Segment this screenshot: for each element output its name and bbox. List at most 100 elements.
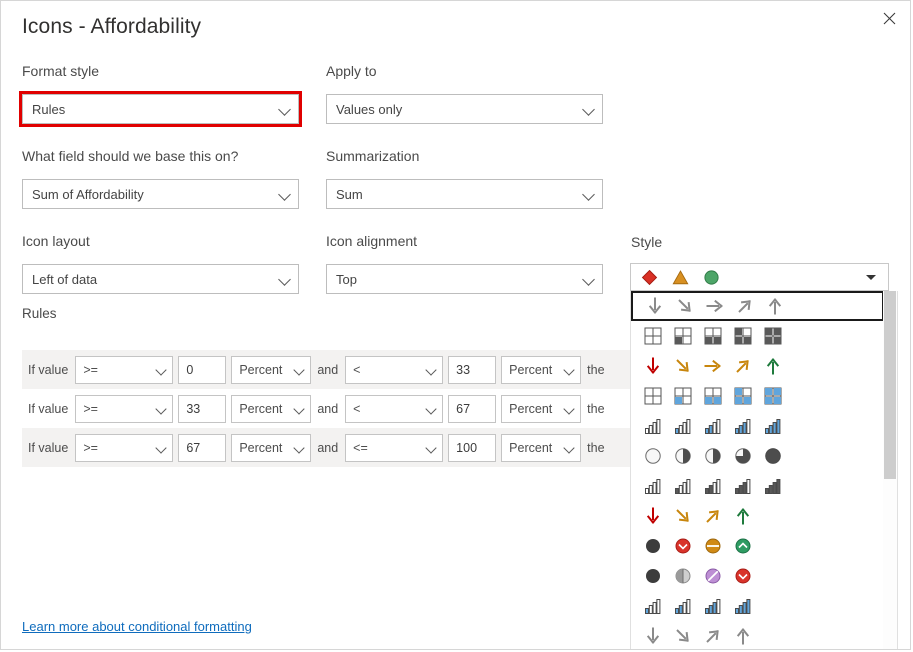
rule-if-label: If value (28, 362, 69, 377)
rule-value1-input[interactable] (178, 394, 227, 423)
blue-bars-5-icon-1 (644, 417, 674, 435)
rule-unit1-select-value: Percent (239, 362, 283, 377)
traffic-circles-4-icon-3 (704, 537, 734, 555)
orange-triangle-icon (672, 269, 689, 286)
traffic-circles-4-icon-4 (734, 537, 764, 555)
rule-value2-input[interactable] (448, 394, 497, 423)
rule-operator1-select[interactable]: >= (75, 355, 174, 384)
blue-quadrants-5-icon-2 (674, 387, 704, 405)
summarization-select[interactable]: Sum (326, 179, 603, 209)
style-option-blue-bars-4[interactable] (631, 591, 884, 621)
rule-unit1-select-value: Percent (239, 401, 283, 416)
rule-unit2-select[interactable]: Percent (501, 433, 582, 462)
chevron-down-icon (278, 272, 292, 286)
base-field-value: Sum of Affordability (32, 186, 144, 202)
learn-more-link[interactable]: Learn more about conditional formatting (22, 619, 252, 634)
blue-bars-4-icon-4 (734, 597, 764, 615)
style-option-blue-quadrants-5[interactable] (631, 381, 884, 411)
rule-value1-input[interactable] (178, 433, 227, 462)
chevron-down-icon (425, 363, 438, 376)
style-option-gray-arrows-5[interactable] (631, 291, 884, 321)
mixed-circles-4-icon-4 (734, 567, 764, 585)
chevron-down-icon (293, 441, 306, 454)
gray-bars-5-icon-3 (704, 477, 734, 495)
red-diamond-icon (641, 269, 658, 285)
apply-to-value: Values only (336, 101, 403, 117)
traffic-circles-4-icon-2 (674, 537, 704, 555)
rule-value2-input[interactable] (448, 433, 497, 462)
chevron-down-icon (155, 402, 168, 415)
blue-bars-4-icon-3 (704, 597, 734, 615)
base-field-select[interactable]: Sum of Affordability (22, 179, 299, 209)
rule-operator1-select-value: >= (83, 440, 98, 455)
gray-arrows-5-icon-1 (646, 297, 676, 315)
rule-unit2-select-value: Percent (509, 401, 553, 416)
chevron-down-icon (155, 441, 168, 454)
rule-unit2-select[interactable]: Percent (501, 355, 582, 384)
style-select[interactable] (630, 263, 889, 291)
gray-arrows-5-icon-5 (766, 297, 796, 315)
gray-bars-5-icon-5 (764, 477, 794, 495)
style-option-traffic-circles-4[interactable] (631, 531, 884, 561)
rule-operator2-select[interactable]: < (345, 394, 444, 423)
style-option-gray-circles-5[interactable] (631, 441, 884, 471)
rule-unit2-select-value: Percent (509, 440, 553, 455)
rule-unit1-select[interactable]: Percent (231, 355, 312, 384)
style-option-gray-arrows-4[interactable] (631, 621, 884, 649)
style-option-blue-bars-5[interactable] (631, 411, 884, 441)
gray-bars-5-icon-1 (644, 477, 674, 495)
close-icon[interactable] (870, 3, 908, 33)
style-option-mixed-circles-4[interactable] (631, 561, 884, 591)
chevron-down-icon (278, 187, 292, 201)
gray-circles-5-icon-4 (734, 447, 764, 465)
style-option-gray-bars-5[interactable] (631, 471, 884, 501)
style-dropdown-list (630, 291, 898, 649)
rule-unit2-select[interactable]: Percent (501, 394, 582, 423)
color-arrows-5-icon-3 (704, 357, 734, 375)
rule-row: If value >= Percent and < Percent the (22, 350, 662, 389)
summarization-value: Sum (336, 186, 363, 202)
chevron-down-icon (582, 187, 596, 201)
gray-quadrants-5-icon-4 (734, 327, 764, 345)
apply-to-select[interactable]: Values only (326, 94, 603, 124)
rule-operator1-select[interactable]: >= (75, 433, 174, 462)
rule-unit1-select[interactable]: Percent (231, 394, 312, 423)
rule-operator2-select[interactable]: <= (345, 433, 444, 462)
rule-and-label: and (317, 440, 339, 455)
page-title: Icons - Affordability (22, 15, 202, 38)
rule-operator1-select[interactable]: >= (75, 394, 174, 423)
gray-arrows-5-icon-2 (676, 297, 706, 315)
style-dropdown-scrollbar[interactable] (883, 291, 897, 649)
style-option-color-arrows-5[interactable] (631, 351, 884, 381)
gray-quadrants-5-icon-3 (704, 327, 734, 345)
gray-arrows-5-icon-3 (706, 297, 736, 315)
blue-bars-5-icon-4 (734, 417, 764, 435)
rule-value1-input[interactable] (178, 355, 227, 384)
rule-value2-input[interactable] (448, 355, 497, 384)
rule-operator2-select[interactable]: < (345, 355, 444, 384)
format-style-select[interactable]: Rules (19, 91, 302, 127)
gray-quadrants-5-icon-1 (644, 327, 674, 345)
gray-arrows-4-icon-3 (704, 627, 734, 645)
icon-layout-select[interactable]: Left of data (22, 264, 299, 294)
chevron-down-icon (582, 272, 596, 286)
chevron-down-icon (293, 402, 306, 415)
gray-arrows-4-icon-2 (674, 627, 704, 645)
scrollbar-thumb[interactable] (884, 291, 896, 479)
rule-then-label: the (587, 362, 605, 377)
rule-unit1-select-value: Percent (239, 440, 283, 455)
red-diamond-icon (641, 269, 658, 286)
style-option-color-arrows-4[interactable] (631, 501, 884, 531)
gray-bars-5-icon-4 (734, 477, 764, 495)
summarization-label: Summarization (326, 148, 420, 164)
icon-alignment-select[interactable]: Top (326, 264, 603, 294)
style-option-gray-quadrants-5[interactable] (631, 321, 884, 351)
color-arrows-4-icon-2 (674, 507, 704, 525)
rule-unit1-select[interactable]: Percent (231, 433, 312, 462)
rule-operator1-select-value: >= (83, 362, 98, 377)
chevron-down-icon (278, 102, 292, 116)
icon-alignment-value: Top (336, 271, 357, 287)
icon-alignment-label: Icon alignment (326, 233, 418, 249)
icon-layout-value: Left of data (32, 271, 98, 287)
green-circle-icon (704, 269, 719, 285)
